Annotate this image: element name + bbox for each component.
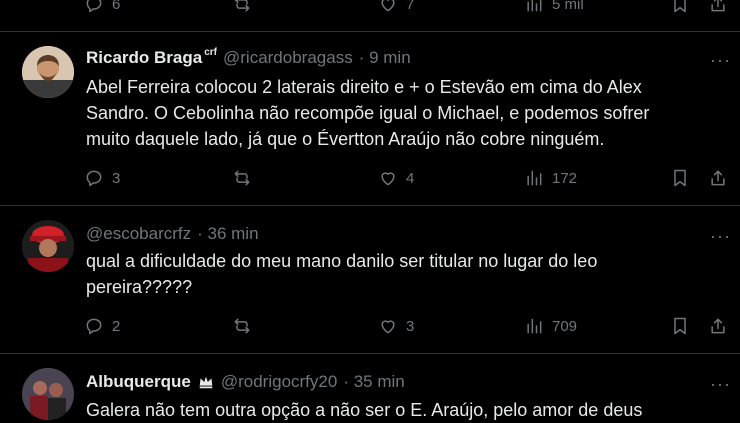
repost-button[interactable] bbox=[232, 316, 252, 336]
bookmark-icon bbox=[674, 317, 686, 335]
heart-icon bbox=[381, 320, 395, 334]
avatar-image bbox=[22, 46, 74, 98]
views-button[interactable]: 709 bbox=[524, 316, 577, 336]
tweet-text-line: Abel Ferreira colocou 2 laterais direito… bbox=[86, 77, 642, 97]
share-icon bbox=[711, 318, 725, 334]
views-icon bbox=[527, 170, 542, 186]
share-icon bbox=[711, 0, 725, 12]
avatar-image bbox=[22, 220, 74, 272]
views-count: 172 bbox=[552, 169, 578, 187]
bookmark-button[interactable] bbox=[670, 168, 690, 188]
views-count: 5 mil bbox=[552, 0, 584, 13]
views-button[interactable]: 172 bbox=[524, 168, 577, 188]
tweet-text: Abel Ferreira colocou 2 laterais direito… bbox=[86, 74, 726, 152]
reply-icon bbox=[86, 318, 102, 335]
reply-count: 3 bbox=[112, 169, 121, 187]
tweet-text-line: Galera não tem outra opção a não ser o E… bbox=[86, 400, 643, 420]
views-button[interactable]: 5 mil bbox=[524, 0, 584, 14]
more-options-icon[interactable]: ··· bbox=[710, 51, 730, 76]
bookmark-button[interactable] bbox=[670, 0, 690, 14]
like-count: 3 bbox=[406, 317, 415, 335]
user-handle[interactable]: @rodrigocrfy20 bbox=[221, 372, 337, 392]
repost-icon bbox=[234, 170, 250, 186]
tweet[interactable]: @escobarcrfz · 36 min ··· qual a dificul… bbox=[0, 206, 740, 352]
views-count: 709 bbox=[552, 317, 578, 335]
repost-button[interactable] bbox=[232, 0, 252, 14]
tweet[interactable]: Albuquerque @rodrigocrfy20 · 35 min ··· … bbox=[0, 354, 740, 420]
tweet-text-line: pereira????? bbox=[86, 277, 193, 297]
reply-button[interactable]: 3 bbox=[84, 168, 120, 188]
timestamp[interactable]: · 36 min bbox=[197, 224, 258, 244]
repost-icon bbox=[234, 0, 250, 12]
crown-icon bbox=[199, 376, 213, 389]
reply-button[interactable]: 6 bbox=[84, 0, 120, 14]
repost-button[interactable] bbox=[232, 168, 252, 188]
avatar[interactable] bbox=[22, 46, 74, 98]
like-button[interactable]: 4 bbox=[378, 168, 414, 188]
tweet-text: qual a dificuldade do meu mano danilo se… bbox=[86, 248, 726, 300]
bookmark-icon bbox=[674, 0, 686, 13]
repost-icon bbox=[234, 318, 250, 334]
like-button[interactable]: 7 bbox=[378, 0, 414, 14]
name-badge: crf bbox=[204, 46, 217, 58]
like-button[interactable]: 3 bbox=[378, 316, 414, 336]
reply-icon bbox=[86, 170, 102, 187]
views-icon bbox=[527, 318, 542, 334]
share-button[interactable] bbox=[708, 316, 728, 336]
tweet-text-line: Sandro. O Cebolinha não recompõe igual o… bbox=[86, 103, 650, 123]
reply-icon bbox=[86, 0, 102, 13]
user-handle[interactable]: @ricardobragass bbox=[223, 48, 353, 68]
bookmark-icon bbox=[674, 169, 686, 187]
user-handle[interactable]: @escobarcrfz bbox=[86, 224, 191, 244]
like-count: 7 bbox=[406, 0, 415, 13]
heart-icon bbox=[381, 172, 395, 186]
display-name[interactable]: Albuquerque bbox=[86, 372, 191, 392]
reply-count: 2 bbox=[112, 317, 121, 335]
bookmark-button[interactable] bbox=[670, 316, 690, 336]
reply-count: 6 bbox=[112, 0, 121, 13]
avatar[interactable] bbox=[22, 220, 74, 272]
tweet-header: Albuquerque @rodrigocrfy20 · 35 min bbox=[86, 372, 405, 392]
tweet-text: Galera não tem outra opção a não ser o E… bbox=[86, 397, 726, 423]
heart-icon bbox=[381, 0, 395, 12]
share-button[interactable] bbox=[708, 168, 728, 188]
tweet-header: Ricardo Braga crf @ricardobragass · 9 mi… bbox=[86, 46, 411, 68]
timestamp[interactable]: · 9 min bbox=[359, 48, 411, 68]
views-icon bbox=[527, 0, 542, 12]
tweet-text-line: muito daquele lado, já que o Évertton Ar… bbox=[86, 129, 605, 149]
timestamp[interactable]: · 35 min bbox=[343, 372, 404, 392]
tweet[interactable]: Ricardo Braga crf @ricardobragass · 9 mi… bbox=[0, 32, 740, 204]
avatar-image bbox=[22, 368, 74, 420]
share-icon bbox=[711, 170, 725, 186]
reply-button[interactable]: 2 bbox=[84, 316, 120, 336]
share-button[interactable] bbox=[708, 0, 728, 14]
display-name[interactable]: Ricardo Braga bbox=[86, 48, 202, 68]
like-count: 4 bbox=[406, 169, 415, 187]
tweet-header: @escobarcrfz · 36 min bbox=[86, 224, 259, 244]
avatar[interactable] bbox=[22, 368, 74, 420]
tweet-text-line: qual a dificuldade do meu mano danilo se… bbox=[86, 251, 598, 271]
